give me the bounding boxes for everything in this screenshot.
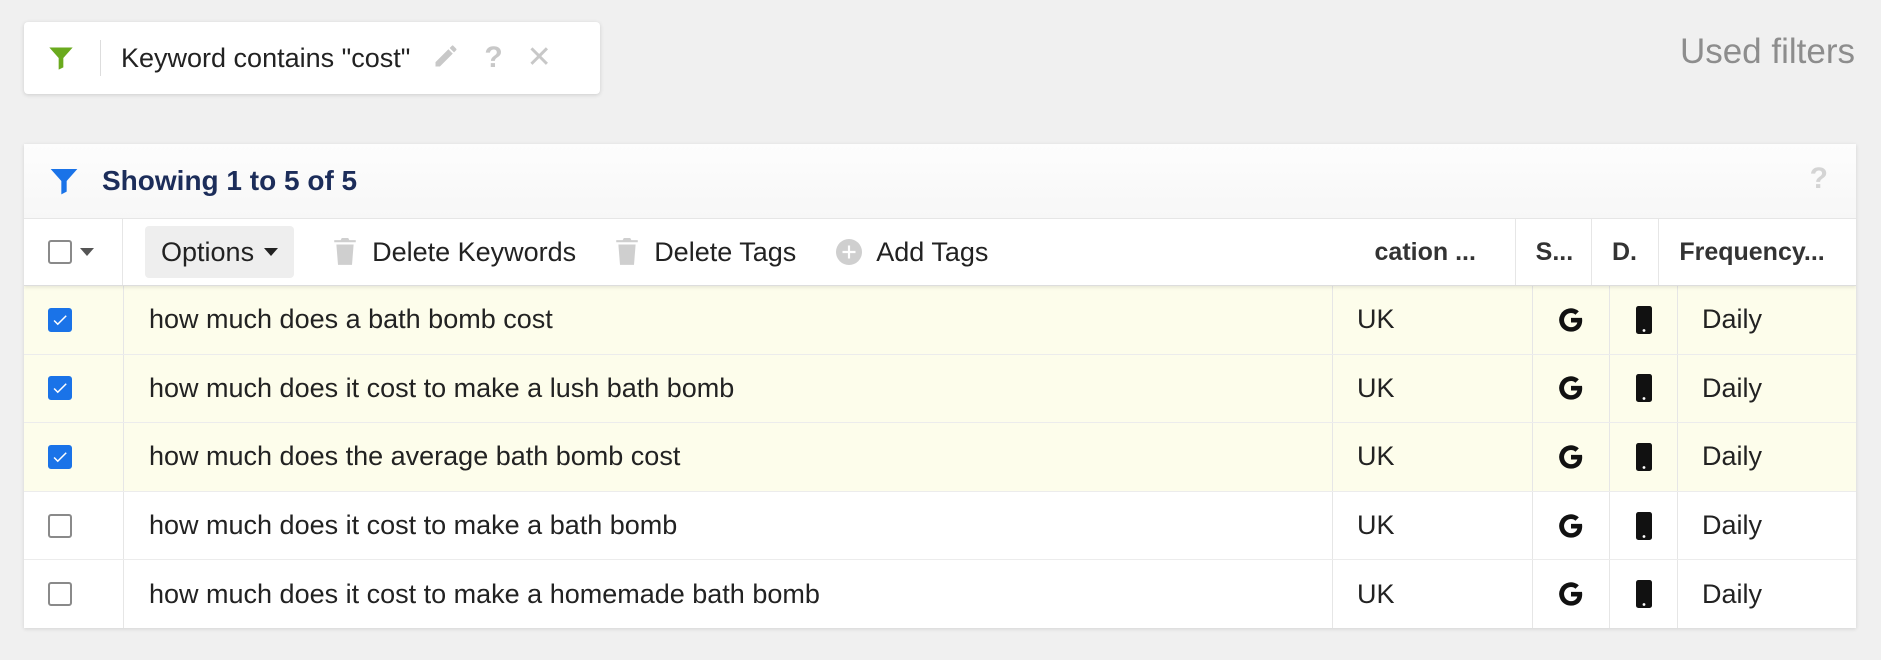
- google-icon: [1559, 308, 1583, 332]
- keywords-panel: Showing 1 to 5 of 5 ? Options Delete Key…: [24, 144, 1856, 628]
- table-row[interactable]: how much does it cost to make a lush bat…: [24, 354, 1856, 424]
- help-icon[interactable]: ?: [1810, 162, 1828, 196]
- table-row[interactable]: how much does it cost to make a homemade…: [24, 560, 1856, 628]
- add-tags-button[interactable]: Add Tags: [836, 237, 988, 268]
- delete-keywords-label: Delete Keywords: [372, 236, 577, 267]
- row-checkbox[interactable]: [48, 307, 72, 332]
- mobile-icon: [1635, 305, 1652, 334]
- panel-header: Showing 1 to 5 of 5 ?: [24, 144, 1856, 219]
- chevron-down-icon: [264, 248, 279, 256]
- divider: [100, 40, 101, 76]
- mobile-icon: [1635, 374, 1652, 403]
- filter-icon[interactable]: [48, 165, 80, 197]
- row-checkbox[interactable]: [48, 444, 72, 469]
- frequency-cell: Daily: [1702, 372, 1763, 403]
- close-icon[interactable]: ✕: [527, 43, 552, 73]
- row-select-cell[interactable]: [24, 491, 124, 560]
- used-filters-label: Used filters: [1679, 32, 1855, 71]
- mobile-icon: [1635, 442, 1652, 471]
- pencil-icon[interactable]: [432, 42, 460, 75]
- bulk-actions: Options Delete Keywords Delete Tags Add …: [123, 219, 1317, 285]
- select-all-checkbox[interactable]: [48, 240, 72, 264]
- google-icon: [1559, 445, 1583, 469]
- keyword-cell[interactable]: how much does it cost to make a homemade…: [124, 560, 1333, 628]
- row-select-cell[interactable]: [24, 286, 124, 354]
- row-checkbox[interactable]: [48, 513, 72, 538]
- column-header-search-engine[interactable]: S...: [1514, 219, 1591, 285]
- results-count: Showing 1 to 5 of 5: [102, 165, 358, 196]
- filter-label: Keyword contains "cost": [121, 42, 411, 73]
- search-engine-cell: [1533, 286, 1610, 354]
- location-cell: UK: [1333, 560, 1533, 628]
- keyword-table-body: how much does a bath bomb cost UK Daily how…: [24, 286, 1856, 628]
- frequency-cell: Daily: [1702, 510, 1763, 541]
- location-cell: UK: [1333, 354, 1533, 423]
- add-tags-label: Add Tags: [876, 236, 989, 267]
- device-cell: [1610, 491, 1678, 560]
- options-button[interactable]: Options: [145, 226, 295, 278]
- table-row[interactable]: how much does a bath bomb cost UK Daily: [24, 286, 1856, 355]
- row-checkbox[interactable]: [48, 376, 72, 401]
- delete-tags-button[interactable]: Delete Tags: [616, 237, 796, 268]
- table-row[interactable]: how much does it cost to make a bath bom…: [24, 491, 1856, 561]
- column-header-frequency[interactable]: Frequency...: [1658, 219, 1856, 285]
- device-cell: [1610, 286, 1678, 354]
- google-icon: [1559, 376, 1583, 401]
- delete-tags-label: Delete Tags: [654, 236, 797, 267]
- search-engine-cell: [1533, 423, 1610, 491]
- google-icon: [1559, 513, 1583, 538]
- location-cell: UK: [1333, 423, 1533, 491]
- row-select-cell[interactable]: [24, 423, 124, 491]
- table-toolbar: Options Delete Keywords Delete Tags Add …: [24, 219, 1856, 286]
- plus-circle-icon: [836, 239, 863, 265]
- question-icon[interactable]: ?: [484, 43, 502, 73]
- search-engine-cell: [1533, 560, 1610, 628]
- delete-keywords-button[interactable]: Delete Keywords: [334, 237, 576, 268]
- mobile-icon: [1635, 580, 1652, 609]
- device-cell: [1610, 423, 1678, 491]
- trash-icon: [616, 238, 638, 265]
- keyword-cell[interactable]: how much does it cost to make a lush bat…: [124, 354, 1333, 423]
- frequency-cell: Daily: [1702, 441, 1763, 472]
- device-cell: [1610, 354, 1678, 423]
- select-all-control[interactable]: [24, 219, 124, 285]
- table-row[interactable]: how much does the average bath bomb cost…: [24, 423, 1856, 492]
- column-header-location[interactable]: cation ...: [1317, 219, 1515, 285]
- search-engine-cell: [1533, 491, 1610, 560]
- google-icon: [1559, 582, 1583, 606]
- row-select-cell[interactable]: [24, 560, 124, 628]
- frequency-cell: Daily: [1702, 578, 1763, 609]
- search-engine-cell: [1533, 354, 1610, 423]
- trash-icon: [334, 238, 356, 265]
- column-header-device[interactable]: D.: [1590, 219, 1658, 285]
- options-label: Options: [161, 236, 255, 267]
- filter-actions: ? ✕: [432, 42, 552, 75]
- row-select-cell[interactable]: [24, 354, 124, 423]
- location-cell: UK: [1333, 286, 1533, 354]
- active-filter-pill: Keyword contains "cost" ? ✕: [24, 22, 600, 94]
- device-cell: [1610, 560, 1678, 628]
- mobile-icon: [1635, 511, 1652, 540]
- location-cell: UK: [1333, 491, 1533, 560]
- chevron-down-icon[interactable]: [80, 248, 94, 256]
- frequency-cell: Daily: [1702, 304, 1763, 335]
- keyword-cell[interactable]: how much does it cost to make a bath bom…: [124, 491, 1333, 560]
- keyword-cell[interactable]: how much does the average bath bomb cost: [124, 423, 1333, 491]
- filter-icon: [49, 47, 73, 70]
- keyword-cell[interactable]: how much does a bath bomb cost: [124, 286, 1333, 354]
- row-checkbox[interactable]: [48, 582, 72, 607]
